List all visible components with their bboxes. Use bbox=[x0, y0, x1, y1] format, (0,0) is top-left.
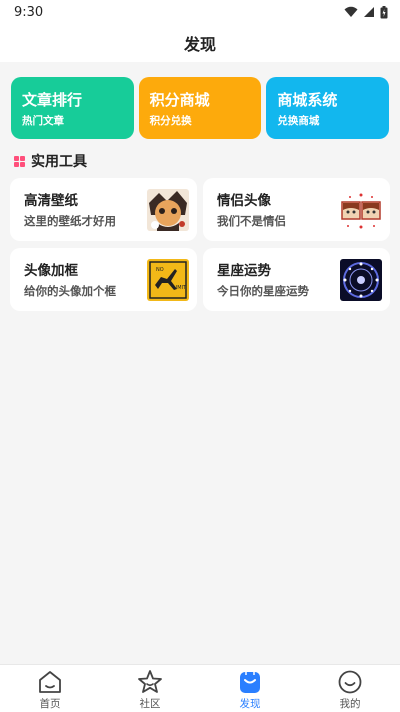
home-icon bbox=[39, 671, 61, 693]
page-header: 发现 bbox=[0, 24, 400, 62]
tab-label: 首页 bbox=[39, 698, 61, 710]
tools-section-header: 实用工具 bbox=[14, 153, 87, 170]
battery-icon bbox=[380, 5, 388, 18]
grid-icon bbox=[14, 155, 25, 167]
tool-card-wallpaper[interactable]: 高清壁纸 这里的壁纸才好用 bbox=[10, 178, 197, 241]
wifi-icon bbox=[344, 6, 358, 17]
profile-smile-icon bbox=[338, 670, 362, 694]
tool-card-avatar-frame[interactable]: 头像加框 给你的头像加个框 LIMIT NO bbox=[10, 248, 197, 311]
banner-subtitle: 兑换商城 bbox=[277, 115, 320, 127]
tab-label: 我的 bbox=[339, 698, 361, 710]
banner-title: 商城系统 bbox=[277, 91, 338, 109]
status-time: 9:30 bbox=[14, 4, 44, 20]
wallpaper-thumbnail bbox=[147, 189, 189, 231]
tab-label: 发现 bbox=[239, 698, 261, 710]
tab-discover[interactable]: 发现 bbox=[200, 665, 300, 712]
couple-avatar-thumbnail bbox=[340, 189, 382, 231]
tab-profile[interactable]: 我的 bbox=[300, 665, 400, 712]
article-ranking-banner[interactable]: 文章排行 热门文章 bbox=[11, 77, 134, 139]
signal-icon bbox=[364, 7, 374, 17]
section-title: 实用工具 bbox=[31, 154, 87, 170]
sign-text: LIMIT bbox=[173, 285, 187, 291]
banner-title: 文章排行 bbox=[22, 91, 83, 109]
mall-system-banner[interactable]: 商城系统 兑换商城 bbox=[266, 77, 390, 139]
page-title: 发现 bbox=[183, 35, 216, 54]
zodiac-wheel-thumbnail bbox=[340, 259, 382, 301]
tab-label: 社区 bbox=[139, 698, 161, 710]
banner-subtitle: 热门文章 bbox=[22, 115, 64, 127]
status-bar: 9:30 bbox=[0, 0, 400, 24]
star-icon bbox=[138, 670, 162, 693]
tool-card-couple-avatar[interactable]: 情侣头像 我们不是情侣 bbox=[203, 178, 390, 241]
banner-title: 积分商城 bbox=[149, 91, 210, 109]
sign-text: NO bbox=[156, 267, 164, 273]
bottom-tab-bar: 首页 社区 发现 我的 bbox=[0, 664, 400, 712]
points-mall-banner[interactable]: 积分商城 积分兑换 bbox=[138, 77, 262, 139]
tool-card-horoscope[interactable]: 星座运势 今日你的星座运势 bbox=[203, 248, 390, 311]
discover-bag-icon bbox=[240, 672, 260, 693]
discover-content: 文章排行 热门文章 积分商城 积分兑换 商城系统 兑换商城 实用工具 高清壁纸 … bbox=[0, 62, 400, 664]
feature-banners: 文章排行 热门文章 积分商城 积分兑换 商城系统 兑换商城 bbox=[11, 77, 390, 139]
no-limit-sign-thumbnail: LIMIT NO bbox=[147, 259, 189, 301]
tab-home[interactable]: 首页 bbox=[0, 665, 100, 712]
tab-community[interactable]: 社区 bbox=[100, 665, 200, 712]
status-icons bbox=[344, 5, 388, 19]
banner-subtitle: 积分兑换 bbox=[149, 115, 192, 127]
